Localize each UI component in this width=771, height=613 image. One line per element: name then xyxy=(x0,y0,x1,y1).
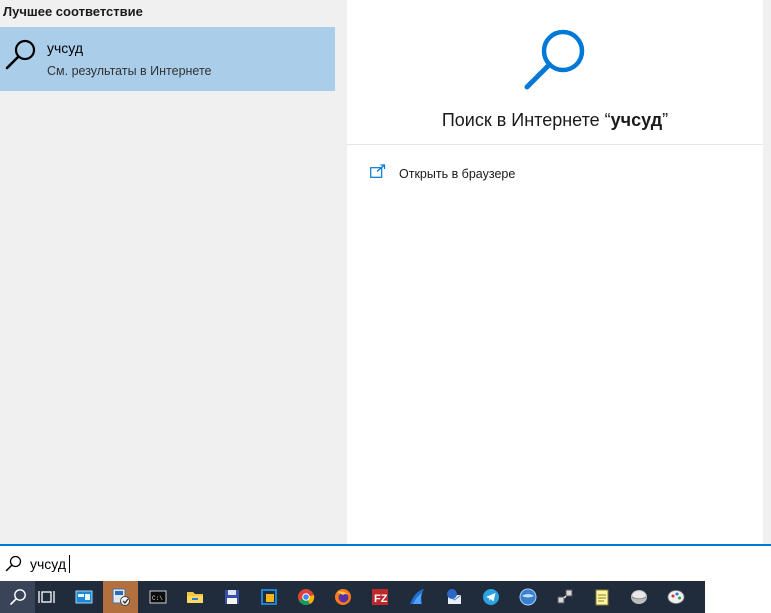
taskbar-active-app[interactable] xyxy=(103,581,138,613)
taskbar-network-app[interactable] xyxy=(547,581,582,613)
svg-text:FZ: FZ xyxy=(374,593,388,605)
taskbar-disk-app[interactable] xyxy=(621,581,656,613)
open-external-icon xyxy=(370,164,386,178)
taskbar-globe-app[interactable] xyxy=(510,581,545,613)
box-icon xyxy=(260,589,277,605)
terminal-icon: C:\ xyxy=(149,590,166,604)
results-panel: Лучшее соответствие учсуд См. результаты… xyxy=(0,0,335,544)
network-icon xyxy=(557,589,572,604)
taskbar-chrome[interactable] xyxy=(288,581,323,613)
window-icon xyxy=(75,590,92,604)
svg-text:C:\: C:\ xyxy=(152,595,163,602)
fin-icon xyxy=(409,589,424,604)
open-in-browser-label: Открыть в браузере xyxy=(399,167,516,181)
preview-panel: Поиск в Интернете “учсуд” Открыть в брау… xyxy=(347,7,763,544)
search-input[interactable] xyxy=(30,553,330,575)
floppy-icon xyxy=(224,590,239,604)
firefox-icon xyxy=(334,589,351,605)
best-match-result[interactable]: учсуд См. результаты в Интернете xyxy=(0,27,335,91)
taskbar-firefox[interactable] xyxy=(325,581,360,613)
taskbar-floppy-app[interactable] xyxy=(214,581,249,613)
taskbar-filezilla[interactable]: FZ xyxy=(362,581,397,613)
taskbar-app-blue-window[interactable] xyxy=(66,581,101,613)
chrome-icon xyxy=(297,589,314,606)
taskbar-file-explorer[interactable] xyxy=(177,581,212,613)
mail-bird-icon xyxy=(446,589,461,604)
preview-title-query: учсуд xyxy=(610,110,663,130)
preview-title-prefix: Поиск в Интернете “ xyxy=(441,110,611,130)
search-icon xyxy=(5,39,36,70)
taskbar-paint-app[interactable] xyxy=(658,581,693,613)
best-match-title: учсуд xyxy=(47,40,83,56)
control-panel-icon xyxy=(112,588,130,606)
taskbar-notes-app[interactable] xyxy=(584,581,619,613)
panel-gap xyxy=(335,0,347,544)
preview-title: Поиск в Интернете “учсуд” xyxy=(347,110,763,131)
taskbar-telegram[interactable] xyxy=(473,581,508,613)
taskbar: C:\ FZ xyxy=(0,581,705,613)
text-caret xyxy=(69,555,70,573)
preview-divider xyxy=(347,144,763,145)
taskbar-thunderbird[interactable] xyxy=(436,581,471,613)
globe-icon xyxy=(519,588,536,606)
windows-search-window: Лучшее соответствие учсуд См. результаты… xyxy=(0,0,771,613)
search-icon xyxy=(524,29,585,90)
filezilla-icon: FZ xyxy=(371,589,388,605)
notepad-icon xyxy=(595,589,608,606)
telegram-icon xyxy=(482,589,499,605)
preview-title-suffix: ” xyxy=(662,110,669,130)
task-view-icon xyxy=(37,591,55,603)
taskbar-terminal[interactable]: C:\ xyxy=(140,581,175,613)
taskbar-shark-app[interactable] xyxy=(399,581,434,613)
best-match-subtitle: См. результаты в Интернете xyxy=(47,64,212,78)
taskbar-task-view-button[interactable] xyxy=(29,581,64,613)
folder-icon xyxy=(186,592,203,603)
paint-icon xyxy=(667,590,684,604)
taskbar-offscreen-area xyxy=(705,581,771,613)
search-icon xyxy=(5,555,22,572)
taskbar-virtualbox[interactable] xyxy=(251,581,286,613)
search-icon xyxy=(9,589,26,605)
open-in-browser-action[interactable]: Открыть в браузере xyxy=(367,162,747,186)
disk-icon xyxy=(630,590,647,604)
search-box[interactable] xyxy=(0,544,771,581)
best-match-heading: Лучшее соответствие xyxy=(3,4,143,19)
panel-edge xyxy=(763,0,771,544)
